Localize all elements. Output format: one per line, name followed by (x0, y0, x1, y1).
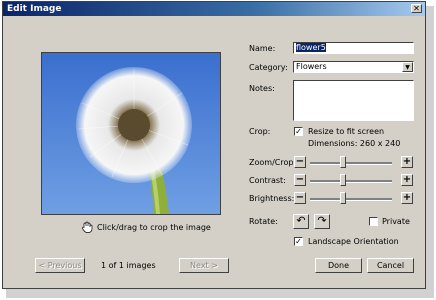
zoom-label: Zoom/Crop: (249, 158, 297, 167)
plus-icon: + (402, 192, 412, 203)
minus-icon: − (295, 192, 305, 203)
landscape-label: Landscape Orientation (308, 237, 399, 246)
next-button[interactable]: Next > (179, 258, 229, 273)
previous-button[interactable]: < Previous (35, 258, 85, 273)
close-icon: ✕ (413, 4, 420, 13)
window-title: Edit Image (7, 4, 62, 14)
category-label: Category: (249, 63, 288, 72)
chevron-down-icon[interactable]: ▼ (402, 62, 413, 72)
landscape-checkbox[interactable]: ✓ (294, 237, 303, 246)
crop-hint: Click/drag to crop the image (81, 220, 211, 234)
contrast-slider-track[interactable] (310, 180, 392, 183)
rotate-label: Rotate: (249, 217, 278, 226)
image-count: 1 of 1 images (101, 261, 156, 270)
hand-icon (82, 221, 93, 233)
resize-checkbox[interactable]: ✓ (294, 127, 303, 136)
check-icon: ✓ (295, 237, 302, 246)
brightness-slider-track[interactable] (310, 198, 392, 201)
category-value: Flowers (296, 62, 327, 71)
private-checkbox[interactable] (369, 217, 378, 226)
brightness-slider-thumb[interactable] (340, 192, 347, 204)
contrast-minus-button[interactable]: − (294, 174, 306, 186)
crop-label: Crop: (249, 127, 271, 136)
title-bar[interactable]: Edit Image ✕ (3, 2, 425, 16)
dimensions-text: Dimensions: 260 x 240 (308, 139, 401, 148)
notes-textarea[interactable] (293, 80, 414, 121)
notes-label: Notes: (249, 84, 275, 93)
rotate-right-icon: ↷ (317, 214, 327, 227)
name-input[interactable]: flower5 (293, 42, 414, 54)
private-label: Private (382, 217, 410, 226)
zoom-slider-track[interactable] (310, 162, 392, 165)
edit-image-dialog: Edit Image ✕ Click/drag to crop the imag… (2, 1, 426, 289)
category-select[interactable]: Flowers ▼ (293, 61, 414, 73)
dandelion-photo (42, 53, 220, 214)
zoom-minus-button[interactable]: − (294, 156, 306, 168)
resize-label: Resize to fit screen (308, 127, 385, 136)
brightness-plus-button[interactable]: + (401, 192, 413, 204)
zoom-plus-button[interactable]: + (401, 156, 413, 168)
contrast-plus-button[interactable]: + (401, 174, 413, 186)
name-label: Name: (249, 44, 276, 53)
plus-icon: + (402, 174, 412, 185)
plus-icon: + (402, 156, 412, 167)
cancel-button[interactable]: Cancel (367, 258, 414, 273)
crop-hint-text: Click/drag to crop the image (97, 222, 211, 232)
contrast-label: Contrast: (249, 176, 286, 185)
close-button[interactable]: ✕ (411, 4, 422, 13)
image-preview[interactable] (41, 52, 221, 215)
brightness-label: Brightness: (249, 194, 295, 203)
minus-icon: − (295, 174, 305, 185)
rotate-left-button[interactable]: ↶ (293, 214, 309, 229)
contrast-slider-thumb[interactable] (340, 174, 347, 186)
rotate-right-button[interactable]: ↷ (314, 214, 330, 229)
zoom-slider-thumb[interactable] (340, 156, 347, 168)
brightness-minus-button[interactable]: − (294, 192, 306, 204)
check-icon: ✓ (295, 127, 302, 136)
name-value: flower5 (296, 43, 326, 52)
rotate-left-icon: ↶ (296, 214, 306, 227)
minus-icon: − (295, 156, 305, 167)
done-button[interactable]: Done (315, 258, 362, 273)
